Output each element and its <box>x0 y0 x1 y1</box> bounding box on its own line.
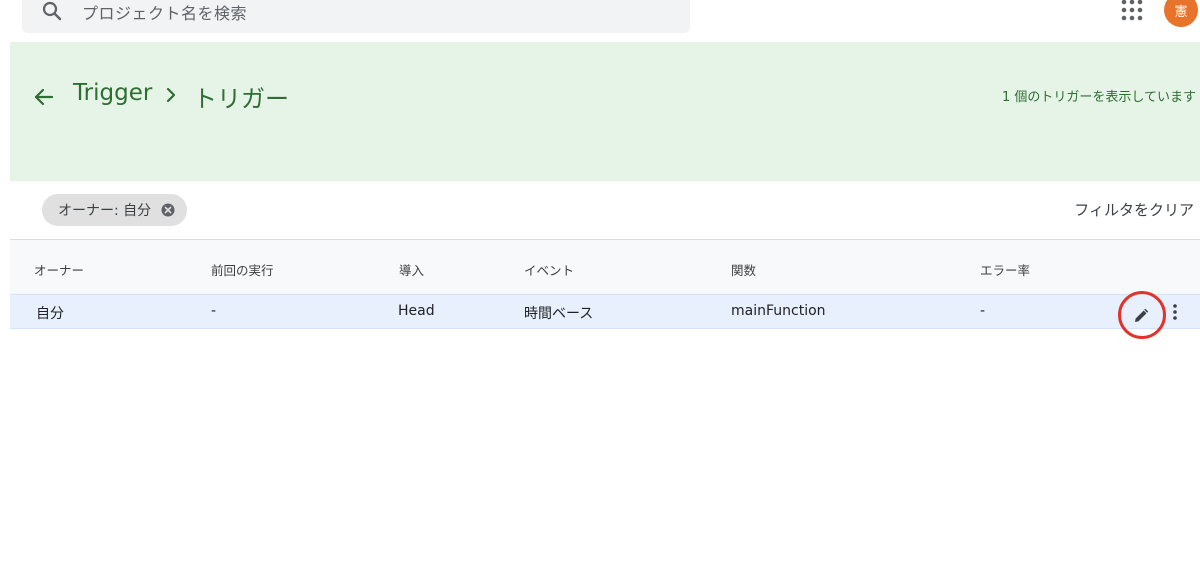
column-header-error-rate[interactable]: エラー率 <box>980 260 1030 279</box>
arrow-back-icon <box>34 88 54 106</box>
cell-deployment: Head <box>398 303 435 319</box>
cancel-icon[interactable] <box>161 203 175 217</box>
column-header-deployment[interactable]: 導入 <box>399 260 424 279</box>
table-header: オーナー 前回の実行 導入 イベント 関数 エラー率 <box>10 239 1200 294</box>
account-avatar[interactable]: 憲 <box>1164 0 1198 27</box>
column-header-function[interactable]: 関数 <box>731 260 756 279</box>
triggers-page: プロジェクト名を検索 憲 Trigger トリガー 1 個のトリガーを表示してい… <box>0 0 1200 578</box>
back-button[interactable] <box>30 83 58 111</box>
search-input[interactable]: プロジェクト名を検索 <box>82 0 247 24</box>
breadcrumb-project-link[interactable]: Trigger <box>73 80 152 106</box>
cell-last-run: - <box>211 303 217 319</box>
cell-function: mainFunction <box>731 303 826 319</box>
pencil-icon <box>1135 308 1149 322</box>
trigger-count: 1 個のトリガーを表示しています <box>1001 90 1196 105</box>
cell-owner: 自分 <box>36 306 64 322</box>
more-options-button[interactable] <box>1168 301 1182 323</box>
header-band <box>10 42 1200 181</box>
clear-filter-button[interactable]: フィルタをクリア <box>1074 199 1194 220</box>
more-vert-icon <box>1173 304 1177 320</box>
table-row[interactable]: 自分 - Head 時間ベース mainFunction - <box>10 291 1200 339</box>
page-title: トリガー <box>193 85 289 113</box>
column-header-last-run[interactable]: 前回の実行 <box>211 260 274 279</box>
search-bar[interactable]: プロジェクト名を検索 <box>22 0 690 33</box>
edit-trigger-button[interactable] <box>1118 291 1166 339</box>
search-icon <box>42 1 62 21</box>
chevron-right-icon <box>166 87 176 103</box>
apps-grid-icon[interactable] <box>1121 0 1143 21</box>
column-header-owner[interactable]: オーナー <box>34 260 84 279</box>
cell-event: 時間ベース <box>524 306 594 322</box>
filter-chip-label: オーナー: 自分 <box>58 203 152 219</box>
column-header-event[interactable]: イベント <box>524 260 574 279</box>
cell-error-rate: - <box>980 303 986 319</box>
filter-chip-owner[interactable]: オーナー: 自分 <box>42 194 188 226</box>
